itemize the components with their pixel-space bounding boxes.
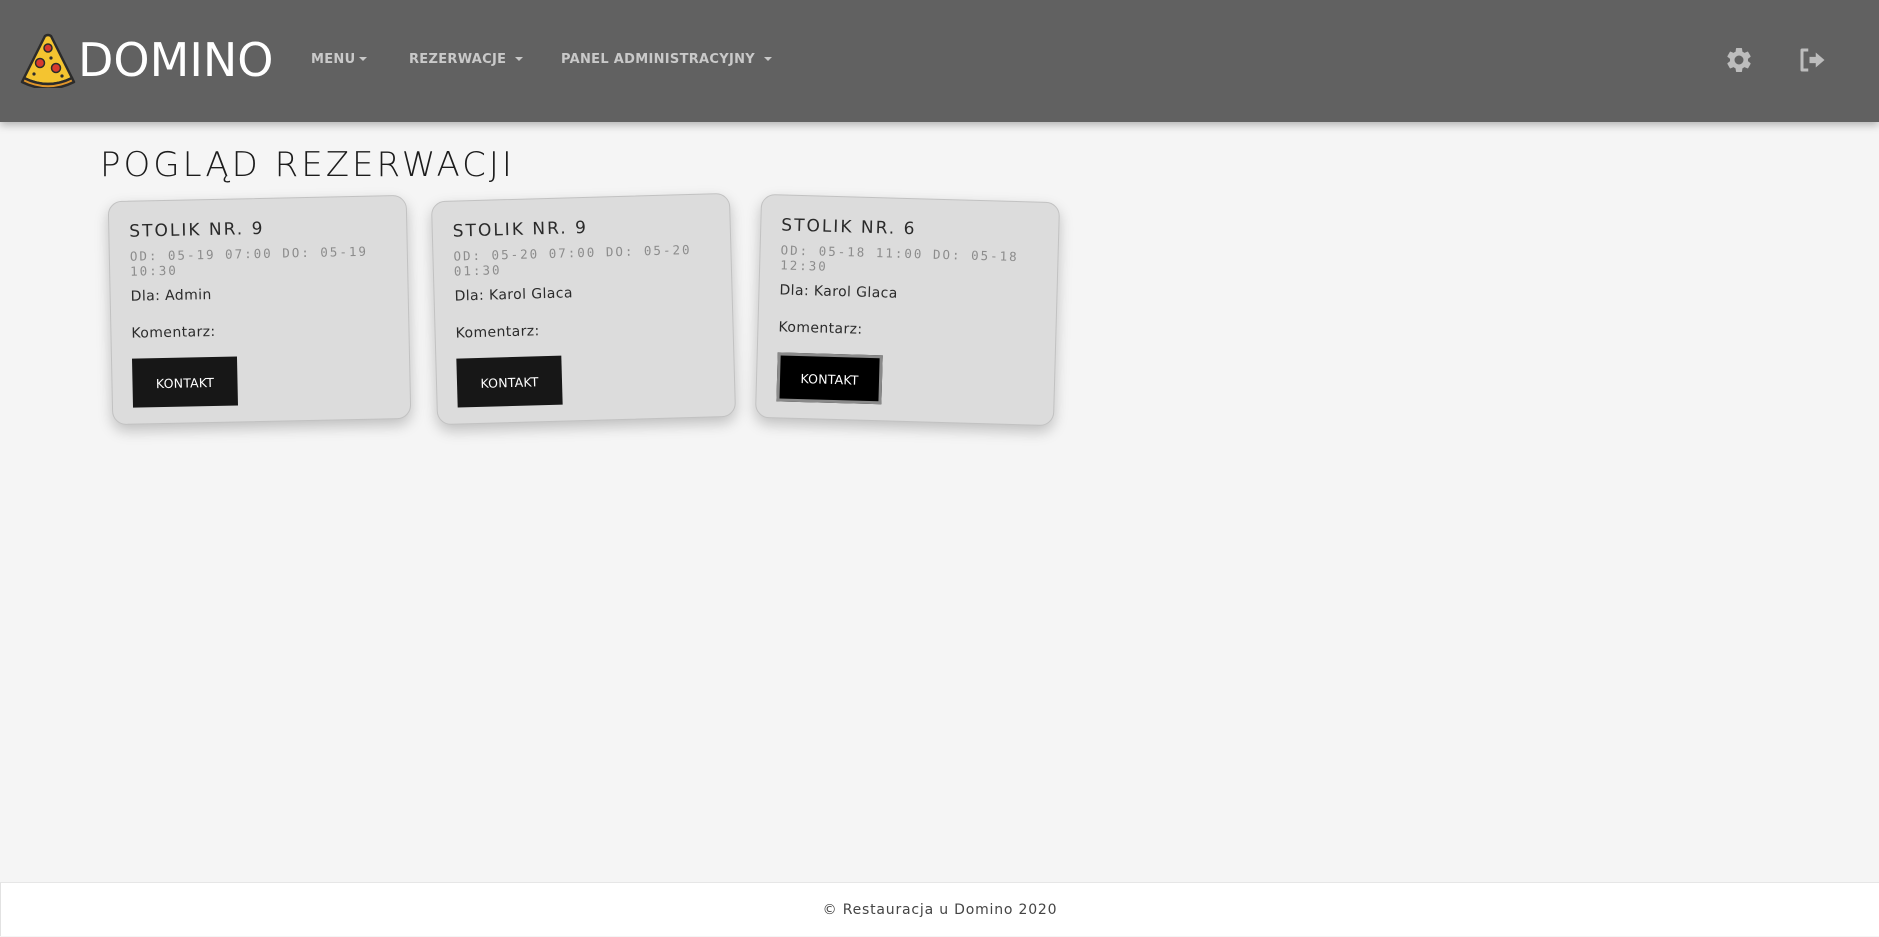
reservation-table: STOLIK NR. 9 bbox=[129, 218, 265, 242]
contact-button[interactable]: KONTAKT bbox=[776, 352, 883, 405]
reservation-dates: OD: 05-20 07:00 DO: 05-20 01:30 bbox=[453, 241, 692, 279]
nav-menu-label: MENU bbox=[311, 52, 356, 67]
navbar: DOMINO MENU REZERWACJE PANEL ADMINISTRAC… bbox=[0, 0, 1879, 122]
reservation-table: STOLIK NR. 6 bbox=[781, 215, 917, 240]
reservation-comment: Komentarz: bbox=[131, 323, 216, 342]
nav-admin-panel-dropdown[interactable]: PANEL ADMINISTRACYJNY bbox=[561, 52, 772, 67]
nav-admin-panel-label: PANEL ADMINISTRACYJNY bbox=[561, 52, 755, 67]
nav-reservations-label: REZERWACJE bbox=[409, 52, 507, 67]
nav-menu-dropdown[interactable]: MENU bbox=[311, 52, 368, 67]
nav-reservations-dropdown[interactable]: REZERWACJE bbox=[409, 52, 524, 67]
pizza-slice-icon bbox=[18, 32, 76, 88]
contact-button[interactable]: KONTAKT bbox=[456, 355, 563, 408]
contact-button[interactable]: KONTAKT bbox=[131, 356, 238, 408]
reservation-guest: Dla: Karol Glaca bbox=[454, 285, 574, 305]
page-title: POGLĄD REZERWACJI bbox=[100, 145, 515, 185]
reservation-comment: Komentarz: bbox=[778, 319, 863, 338]
reservation-table: STOLIK NR. 9 bbox=[452, 217, 589, 242]
reservation-guest: Dla: Admin bbox=[130, 286, 212, 305]
gear-icon[interactable] bbox=[1724, 45, 1754, 75]
caret-down-icon bbox=[515, 56, 524, 61]
reservation-guest: Dla: Karol Glaca bbox=[779, 282, 898, 302]
footer-copyright: © Restauracja u Domino 2020 bbox=[822, 902, 1058, 918]
sign-out-icon[interactable] bbox=[1797, 45, 1827, 75]
footer: © Restauracja u Domino 2020 bbox=[0, 882, 1879, 936]
reservation-comment: Komentarz: bbox=[455, 323, 540, 342]
reservation-card: STOLIK NR. 6 OD: 05-18 11:00 DO: 05-18 1… bbox=[754, 193, 1061, 427]
reservation-card: STOLIK NR. 9 OD: 05-20 07:00 DO: 05-20 0… bbox=[430, 192, 737, 426]
reservation-card: STOLIK NR. 9 OD: 05-19 07:00 DO: 05-19 1… bbox=[107, 194, 412, 426]
brand-name: DOMINO bbox=[78, 33, 274, 87]
reservation-dates: OD: 05-19 07:00 DO: 05-19 10:30 bbox=[129, 243, 369, 279]
caret-down-icon bbox=[763, 56, 772, 61]
reservation-dates: OD: 05-18 11:00 DO: 05-18 12:30 bbox=[779, 242, 1019, 274]
brand-logo-link[interactable]: DOMINO bbox=[18, 30, 274, 90]
caret-down-icon bbox=[359, 56, 368, 61]
